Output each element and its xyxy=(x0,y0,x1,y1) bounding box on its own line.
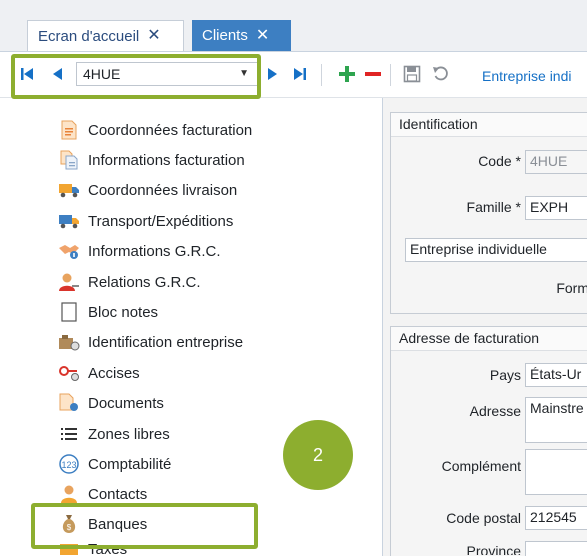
menu-item-billing-address[interactable]: Coordonnées facturation xyxy=(58,117,252,143)
country-field[interactable]: États-Ur xyxy=(525,363,587,387)
address-field[interactable]: Mainstre xyxy=(525,397,587,443)
code-postal-label: Code postal xyxy=(446,510,521,526)
menu-item-banks[interactable]: $ Banques xyxy=(58,511,147,537)
menu-item-label: Relations G.R.C. xyxy=(88,273,201,291)
accounting-icon: 123 xyxy=(58,454,80,474)
user-relation-icon xyxy=(58,272,80,292)
client-form-panel: Identification Code * 4HUE Famille * EXP… xyxy=(382,98,587,556)
documents-icon xyxy=(58,393,80,413)
step-badge: 2 xyxy=(283,420,353,490)
menu-item-contacts[interactable]: Contacts xyxy=(58,481,147,507)
menu-item-excise[interactable]: Accises xyxy=(58,360,140,386)
menu-item-delivery-address[interactable]: Coordonnées livraison xyxy=(58,177,237,203)
province-field[interactable] xyxy=(525,541,587,556)
identification-header: Identification xyxy=(391,113,587,137)
menu-item-label: Documents xyxy=(88,394,164,412)
menu-item-billing-info[interactable]: Informations facturation xyxy=(58,147,245,173)
tab-home-screen[interactable]: Ecran d'accueil ✕ xyxy=(27,20,184,51)
menu-item-company-identification[interactable]: Identification entreprise xyxy=(58,329,243,355)
entity-type-select[interactable]: Entreprise individuelle xyxy=(405,238,587,262)
menu-item-taxes[interactable]: Taxes xyxy=(58,541,127,555)
menu-item-label: Comptabilité xyxy=(88,455,172,473)
contact-icon xyxy=(58,484,80,504)
tab-bar: Ecran d'accueil ✕ Clients ✕ xyxy=(0,0,587,52)
postal-code-field[interactable]: 212545 xyxy=(525,506,587,530)
client-selector[interactable]: 4HUE ▼ xyxy=(76,62,258,86)
famille-field[interactable]: EXPH xyxy=(525,196,587,220)
menu-item-transport[interactable]: Transport/Expéditions xyxy=(58,208,233,234)
undo-icon[interactable] xyxy=(428,61,454,87)
tab-clients[interactable]: Clients ✕ xyxy=(192,20,291,51)
notepad-icon xyxy=(58,302,80,322)
menu-item-documents[interactable]: Documents xyxy=(58,390,164,416)
client-selector-value: 4HUE xyxy=(83,66,121,82)
first-record-icon[interactable] xyxy=(20,63,34,85)
forme-label: Form xyxy=(556,280,587,296)
document-info-icon xyxy=(58,150,80,170)
menu-item-label: Identification entreprise xyxy=(88,333,244,351)
svg-text:$: $ xyxy=(67,523,72,532)
billing-address-header: Adresse de facturation xyxy=(391,327,587,351)
money-bag-icon: $ xyxy=(58,514,80,534)
menu-item-label: Informations facturation xyxy=(88,151,245,169)
toolbar-separator xyxy=(321,64,322,86)
save-icon[interactable] xyxy=(399,61,425,87)
delivery-truck-icon xyxy=(58,211,80,231)
menu-item-label: Informations G.R.C. xyxy=(88,242,221,260)
menu-item-label: Bloc notes xyxy=(88,303,159,321)
identification-group: Identification Code * 4HUE Famille * EXP… xyxy=(390,112,587,314)
chevron-down-icon: ▼ xyxy=(239,68,249,79)
truck-icon xyxy=(58,180,80,200)
close-icon[interactable]: ✕ xyxy=(256,27,269,44)
billing-address-group: Adresse de facturation Pays États-Ur Adr… xyxy=(390,326,587,556)
famille-label: Famille * xyxy=(466,199,521,215)
list-icon xyxy=(58,424,80,444)
tab-home-label: Ecran d'accueil xyxy=(38,27,140,45)
delete-icon[interactable] xyxy=(360,61,386,87)
menu-item-label: Transport/Expéditions xyxy=(88,212,234,230)
code-label: Code * xyxy=(478,153,521,169)
menu-item-crm-relations[interactable]: Relations G.R.C. xyxy=(58,269,201,295)
menu-item-label: Accises xyxy=(88,364,140,382)
menu-item-crm-info[interactable]: Informations G.R.C. xyxy=(58,238,221,264)
invoice-icon xyxy=(58,120,80,140)
complement-label: Complément xyxy=(441,458,521,474)
menu-item-label: Taxes xyxy=(88,541,128,555)
tax-icon xyxy=(58,541,80,555)
menu-item-label: Coordonnées livraison xyxy=(88,181,238,199)
menu-item-accounting[interactable]: 123 Comptabilité xyxy=(58,451,171,477)
record-toolbar: 4HUE ▼ Entreprise indi xyxy=(0,52,587,98)
entity-type-link[interactable]: Entreprise indi xyxy=(482,68,572,84)
province-label: Province xyxy=(466,543,521,555)
svg-text:123: 123 xyxy=(61,460,76,470)
code-field[interactable]: 4HUE xyxy=(525,150,587,174)
menu-item-label: Banques xyxy=(88,515,148,533)
excise-icon xyxy=(58,363,80,383)
last-record-icon[interactable] xyxy=(293,63,307,85)
add-icon[interactable] xyxy=(334,61,360,87)
company-icon xyxy=(58,332,80,352)
complement-field[interactable] xyxy=(525,449,587,495)
tab-clients-label: Clients xyxy=(202,27,248,44)
menu-item-free-zones[interactable]: Zones libres xyxy=(58,421,170,447)
menu-item-notes[interactable]: Bloc notes xyxy=(58,299,158,325)
toolbar-separator xyxy=(390,64,391,86)
adresse-label: Adresse xyxy=(469,403,521,419)
menu-item-label: Zones libres xyxy=(88,425,170,443)
previous-record-icon[interactable] xyxy=(50,63,64,85)
menu-item-label: Contacts xyxy=(88,485,148,503)
next-record-icon[interactable] xyxy=(266,63,280,85)
handshake-icon xyxy=(58,241,80,261)
menu-item-label: Coordonnées facturation xyxy=(88,121,253,139)
pays-label: Pays xyxy=(489,367,521,383)
close-icon[interactable]: ✕ xyxy=(147,28,160,44)
